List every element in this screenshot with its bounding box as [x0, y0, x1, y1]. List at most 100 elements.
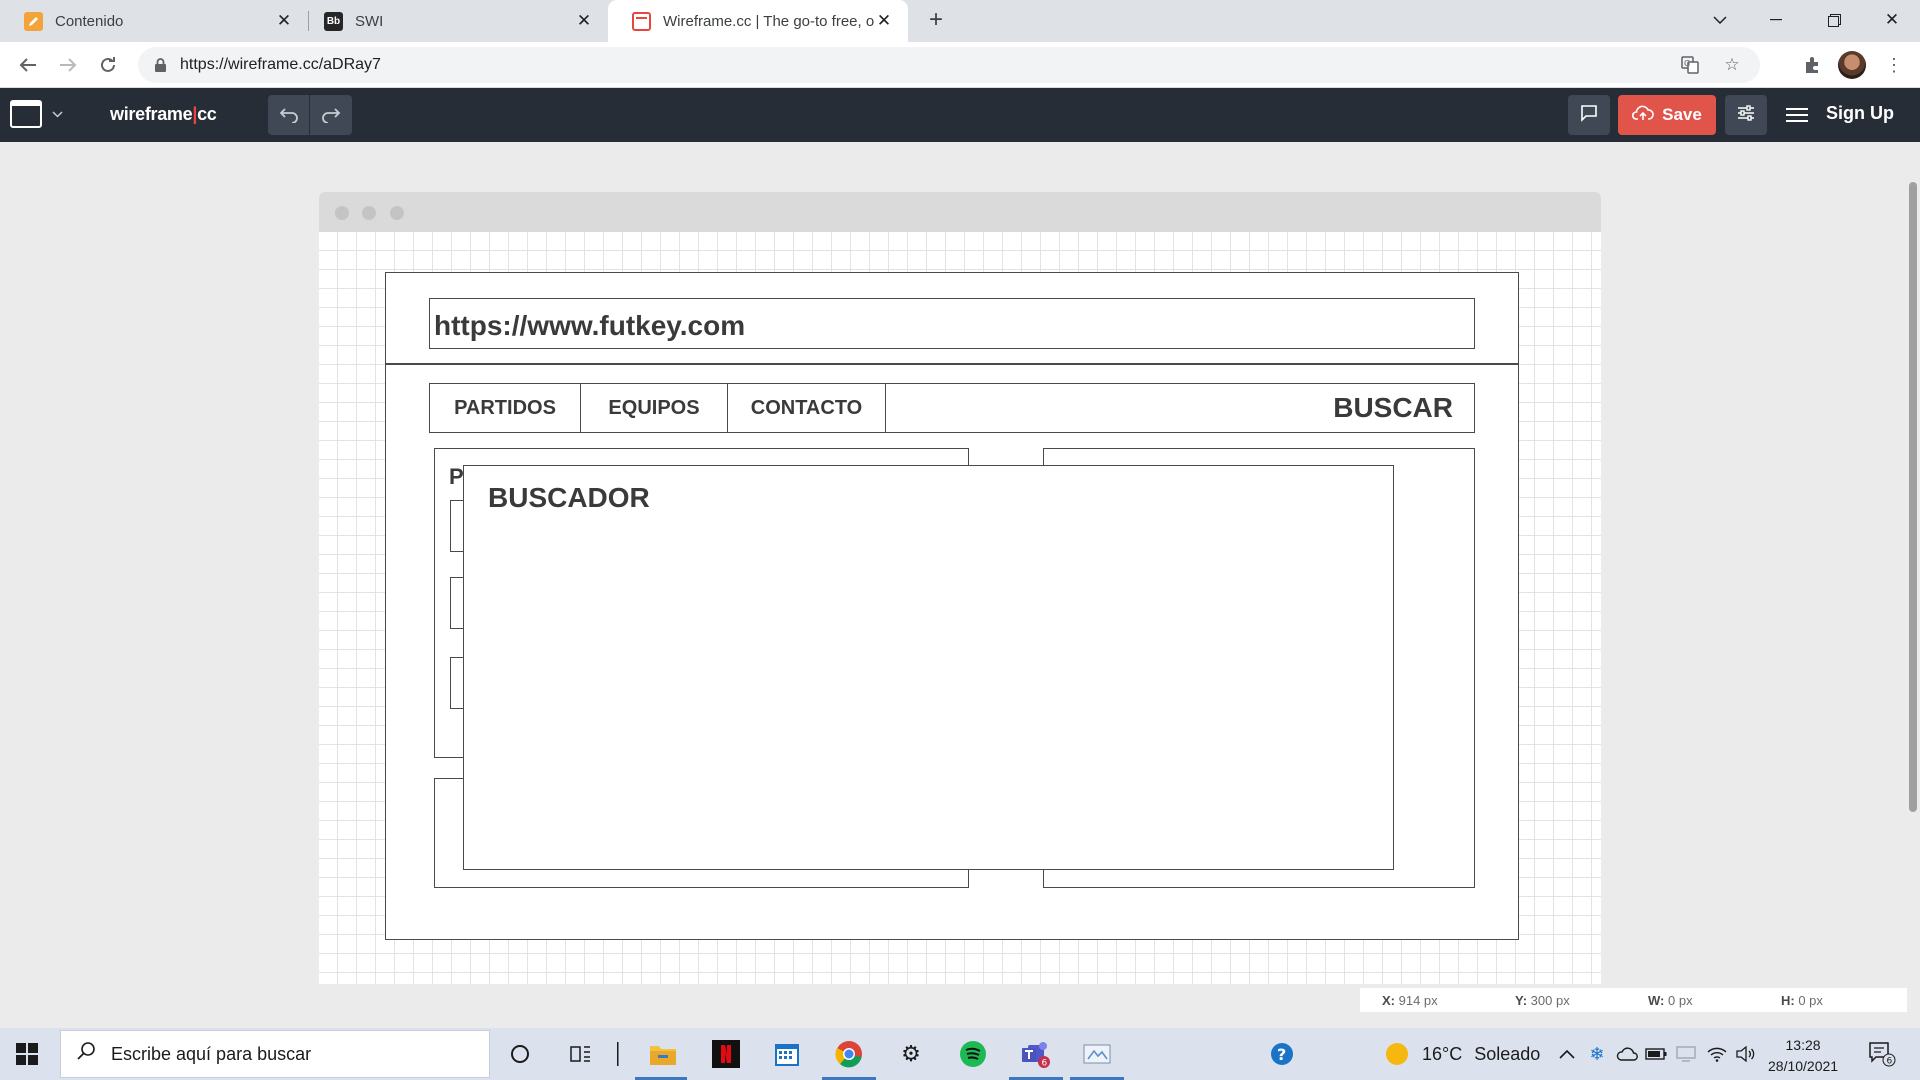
save-button[interactable]: Save — [1618, 95, 1716, 135]
windows-taskbar: Escribe aquí para buscar ⚙ 6 ? 16°C Sole… — [0, 1028, 1920, 1080]
wf-nav-partidos[interactable]: PARTIDOS — [430, 384, 581, 432]
sign-up-link[interactable]: Sign Up — [1826, 103, 1894, 124]
status-x: X: 914 px — [1382, 992, 1438, 1008]
blackboard-icon: Bb — [324, 11, 343, 31]
close-icon[interactable]: ✕ — [874, 11, 894, 31]
undo-icon[interactable] — [268, 95, 310, 135]
translate-icon[interactable]: G — [1680, 55, 1700, 75]
frame-dot — [362, 206, 376, 220]
address-bar[interactable]: https://wireframe.cc/aDRay7 G ☆ — [138, 47, 1760, 83]
teams-icon[interactable]: 6 — [1020, 1038, 1052, 1070]
minimize-icon[interactable] — [1748, 0, 1804, 40]
settings-gear-icon[interactable]: ⚙ — [895, 1038, 927, 1070]
cortana-icon[interactable] — [504, 1038, 536, 1070]
wf-navbar[interactable]: PARTIDOS EQUIPOS CONTACTO BUSCAR — [429, 383, 1475, 433]
snowflake-icon[interactable]: ❄ — [1581, 1038, 1613, 1070]
chevron-up-icon[interactable] — [1551, 1038, 1583, 1070]
svg-text:6: 6 — [1887, 1057, 1893, 1067]
system-clock[interactable]: 13:28 28/10/2021 — [1768, 1035, 1838, 1077]
svg-text:?: ? — [1277, 1045, 1286, 1064]
sun-icon — [1386, 1043, 1408, 1065]
wf-url-box[interactable]: https://www.futkey.com — [429, 298, 1475, 349]
notification-icon[interactable]: 6 — [1866, 1038, 1898, 1070]
vertical-scrollbar[interactable] — [1909, 182, 1917, 812]
save-label: Save — [1662, 105, 1702, 124]
bookmark-star-icon[interactable]: ☆ — [1722, 55, 1742, 75]
wf-nav-contacto[interactable]: CONTACTO — [728, 384, 886, 432]
app-logo[interactable]: wireframe|cc — [110, 104, 217, 125]
app-header: wireframe|cc Save Sign Up — [0, 88, 1920, 142]
chrome-icon[interactable] — [833, 1038, 865, 1070]
browser-toolbar: https://wireframe.cc/aDRay7 G ☆ ⋮ — [0, 42, 1920, 88]
undo-redo-group — [268, 95, 352, 135]
close-icon[interactable]: ✕ — [274, 11, 294, 31]
coordinates-status: X: 914 px Y: 300 px W: 0 px H: 0 px — [1360, 988, 1907, 1012]
spotify-icon[interactable] — [957, 1038, 989, 1070]
hamburger-menu-icon[interactable] — [1785, 103, 1809, 127]
frame-type-menu[interactable] — [10, 100, 63, 128]
weather-widget[interactable]: 16°C Soleado — [1386, 1028, 1540, 1080]
weather-text: Soleado — [1474, 1043, 1541, 1064]
tab-title: SWI — [355, 12, 384, 30]
task-view-icon[interactable] — [565, 1038, 597, 1070]
browser-window-icon — [10, 100, 42, 128]
forward-icon[interactable] — [52, 49, 84, 81]
pencil-icon — [24, 11, 43, 31]
netflix-icon[interactable] — [710, 1038, 742, 1070]
close-icon[interactable]: ✕ — [574, 11, 594, 31]
help-icon[interactable]: ? — [1266, 1038, 1298, 1070]
settings-button[interactable] — [1725, 95, 1767, 135]
weather-temp: 16°C — [1422, 1043, 1463, 1064]
new-tab-icon[interactable]: + — [922, 6, 950, 34]
taskbar-divider-icon — [602, 1038, 634, 1070]
wf-buscador-box[interactable]: BUSCADOR — [463, 465, 1394, 870]
tab-wireframe[interactable]: Wireframe.cc | The go-to free, on ✕ — [608, 0, 908, 42]
file-explorer-icon[interactable] — [647, 1038, 679, 1070]
wf-header-divider[interactable] — [385, 363, 1519, 365]
search-icon — [77, 1041, 97, 1067]
clock-time: 13:28 — [1785, 1037, 1821, 1053]
chevron-down-icon — [52, 107, 63, 121]
frame-titlebar — [319, 192, 1601, 232]
wf-left-panel-title[interactable]: P — [449, 464, 464, 490]
wifi-icon[interactable] — [1701, 1038, 1733, 1070]
tab-contenido[interactable]: Contenido ✕ — [0, 0, 308, 42]
redo-icon[interactable] — [310, 95, 352, 135]
snipping-tool-icon[interactable] — [1081, 1038, 1113, 1070]
reload-icon[interactable] — [92, 49, 124, 81]
display-icon[interactable] — [1670, 1038, 1702, 1070]
svg-text:G: G — [1684, 59, 1690, 68]
volume-icon[interactable] — [1730, 1038, 1762, 1070]
wf-buscador-title[interactable]: BUSCADOR — [488, 482, 650, 513]
more-menu-icon[interactable]: ⋮ — [1882, 53, 1906, 77]
comment-icon — [1580, 104, 1598, 127]
status-y: Y: 300 px — [1515, 992, 1570, 1008]
tab-title: Wireframe.cc | The go-to free, on — [663, 12, 874, 30]
back-icon[interactable] — [12, 49, 44, 81]
url-text[interactable]: https://wireframe.cc/aDRay7 — [180, 56, 381, 74]
tab-search-icon[interactable] — [1692, 0, 1748, 40]
battery-icon[interactable] — [1640, 1038, 1672, 1070]
calendar-icon[interactable] — [771, 1038, 803, 1070]
onedrive-cloud-icon[interactable] — [1611, 1038, 1643, 1070]
extensions-icon[interactable] — [1800, 53, 1824, 77]
taskbar-search[interactable]: Escribe aquí para buscar — [60, 1030, 490, 1078]
wf-nav-equipos[interactable]: EQUIPOS — [581, 384, 728, 432]
wireframe-icon — [632, 11, 651, 31]
logo-main: wireframe — [110, 104, 193, 124]
frame-dot — [335, 206, 349, 220]
restore-icon[interactable] — [1806, 0, 1862, 40]
status-h: H: 0 px — [1781, 992, 1823, 1008]
windows-start-icon[interactable] — [16, 1043, 38, 1065]
logo-suffix: cc — [197, 104, 217, 124]
cloud-upload-icon — [1632, 105, 1654, 126]
comment-button[interactable] — [1568, 95, 1610, 135]
browser-tab-strip: Contenido ✕ Bb SWI ✕ Wireframe.cc | The … — [0, 0, 1920, 42]
wf-nav-buscar[interactable]: BUSCAR — [886, 384, 1474, 432]
close-window-icon[interactable]: ✕ — [1864, 0, 1920, 40]
lock-icon[interactable] — [152, 57, 168, 73]
profile-avatar[interactable] — [1838, 51, 1866, 79]
frame-dot — [390, 206, 404, 220]
tab-swi[interactable]: Bb SWI ✕ — [300, 0, 608, 42]
sliders-icon — [1737, 104, 1755, 127]
